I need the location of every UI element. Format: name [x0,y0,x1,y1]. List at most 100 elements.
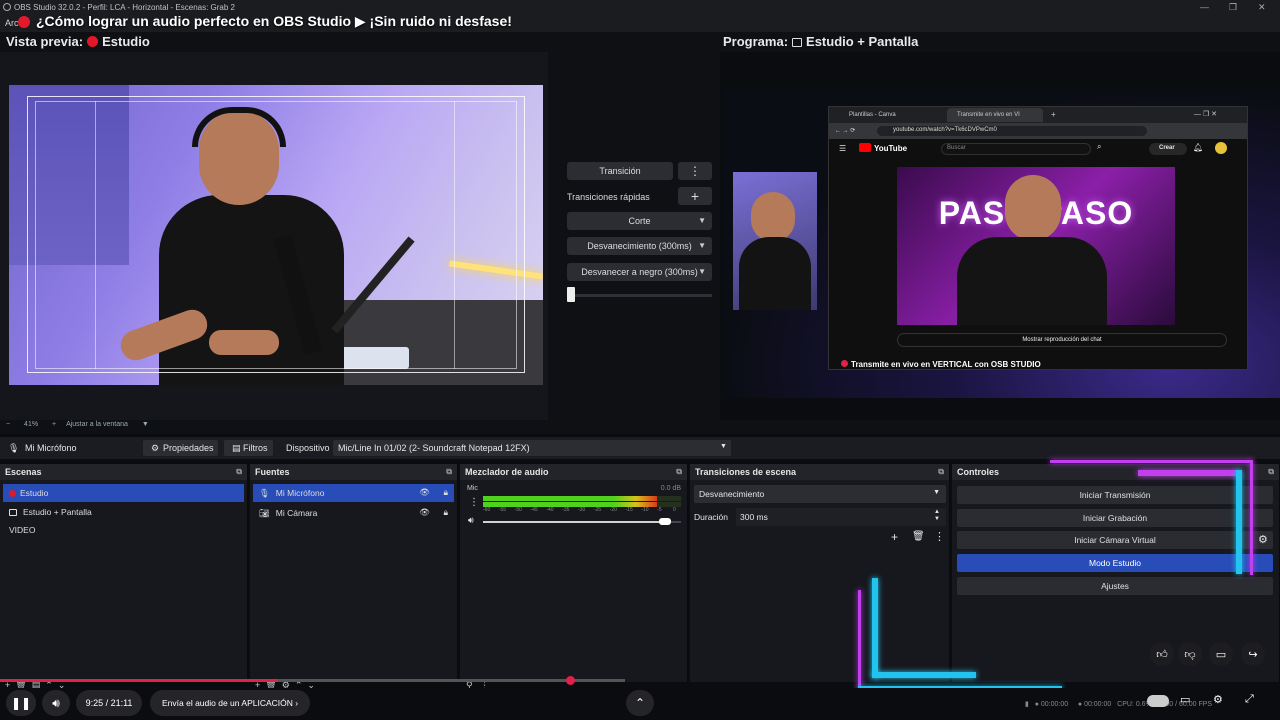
quick-transition-fade[interactable]: Desvanecimiento (300ms) ▼ [567,237,712,255]
window-title: OBS Studio 32.0.2 - Perfil: LCA - Horizo… [14,3,235,12]
tbar-handle[interactable] [567,287,575,302]
create-button-label: Crear [1159,145,1175,151]
chapter-button[interactable]: Envía el audio de un APLICACIÓN › [150,690,310,716]
meter-tick-label: -25 [593,507,602,513]
preview-label: Vista previa: Estudio [6,34,150,49]
close-icon[interactable]: ✕ [1258,2,1266,13]
chevron-down-icon: ▼ [698,216,706,225]
tbar-track [567,294,712,297]
transition-menu-icon[interactable]: ⋮ [678,162,712,180]
studio-mode-button[interactable]: Modo Estudio [957,554,1273,572]
settings-gear-icon[interactable]: ⚙ [1213,693,1223,706]
gear-icon: ⚙ [151,443,160,453]
undock-icon[interactable]: ⧉ [1268,467,1274,477]
video-scrubber[interactable] [565,676,575,685]
preview-scene-name: Estudio [102,34,150,49]
preview-camera-feed[interactable] [9,85,543,385]
meter-tick-label: -45 [530,507,538,513]
account-avatar [1215,142,1227,154]
rec-dot-icon: ● [1077,701,1083,708]
transition-menu-icon[interactable]: ⋮ [934,530,945,543]
audio-mixer-panel: Mezclador de audio ⧉ Mic 0.0 dB ⋮ -60 -55 -… [460,464,688,682]
pause-icon[interactable]: ❚❚ [6,690,36,716]
scene-item[interactable]: Estudio [3,484,244,502]
undock-icon[interactable]: ⧉ [446,467,452,477]
add-quick-transition-icon[interactable]: + [678,187,712,205]
subtitles-icon[interactable]: ▭ [1180,693,1190,706]
fullscreen-icon[interactable]: ⤢ [1245,693,1254,706]
zoom-in-icon[interactable]: + [52,421,56,428]
like-icon[interactable]: 👍︎ [1150,642,1174,666]
video-progress-fill [0,679,279,682]
video-progress-bar[interactable] [0,679,625,682]
properties-label: Propiedades [163,443,214,453]
channel-avatar[interactable] [18,15,30,28]
camera-icon: 📷︎ [259,507,270,518]
menu-archivo[interactable]: Arc [5,18,19,28]
neon-frame-top [1050,460,1252,463]
youtube-video-title-text: Transmite en vivo en VERTICAL con OSB ST… [851,360,1041,369]
start-recording-button[interactable]: Iniciar Grabación [957,509,1273,527]
autoplay-toggle[interactable] [1147,695,1169,707]
preview-zoom-bar: − 41% + Ajustar a la ventana ▼ [6,421,149,428]
zoom-out-icon[interactable]: − [6,421,10,428]
eye-icon[interactable]: 👁︎ [419,487,430,498]
scene-box-icon [792,38,803,47]
filter-icon: ▤ [232,443,241,453]
program-camera-pip [733,172,817,310]
browser-window-capture: Plantillas - Canva Transmite en vivo en … [828,106,1248,370]
menu-icon: ☰ [839,144,847,153]
scene-item[interactable]: VIDEO [3,521,244,539]
share-icon[interactable]: ↪ [1241,642,1265,666]
transition-type-select[interactable]: Desvanecimiento ▼ [694,485,946,503]
minimize-icon[interactable]: — [1200,2,1209,12]
browser-tab-youtube: Transmite en vivo en VI [957,112,1020,118]
spin-arrows-icon[interactable]: ▲ ▼ [934,509,940,523]
start-streaming-button[interactable]: Iniciar Transmisión [957,486,1273,504]
mixer-menu-icon[interactable]: ⋮ [469,497,479,508]
youtube-logo-icon [859,143,871,152]
meter-tick-label: -50 [514,507,522,513]
undock-icon[interactable]: ⧉ [676,467,682,477]
show-chat-replay-button: Mostrar reproducción del chat [897,333,1227,347]
undock-icon[interactable]: ⧉ [938,467,944,477]
meter-tick-label: -10 [641,507,649,513]
scene-item-label: VIDEO [9,525,36,535]
add-transition-icon[interactable]: + [891,530,898,544]
sources-panel: Fuentes ⧉ 🎙︎ Mi Micrófono 👁︎ 🔒︎ 📷︎ Mi Cámara 👁… [250,464,458,682]
volume-slider-handle[interactable] [659,518,672,525]
meter-tick-label: -15 [625,507,633,513]
undock-icon[interactable]: ⧉ [236,467,242,477]
volume-icon[interactable]: 🔊︎ [468,515,474,526]
quick-transition-fade-black[interactable]: Desvanecer a negro (300ms) ▼ [567,263,712,281]
youtube-search-placeholder: Buscar [947,145,966,151]
video-person-head [1005,175,1061,241]
dislike-icon[interactable]: 👎︎ [1178,642,1202,666]
trash-icon[interactable]: 🗑︎ [912,531,925,542]
maximize-icon[interactable]: ❐ [1229,2,1237,13]
eye-icon[interactable]: 👁︎ [419,507,430,518]
meter-tick-label: -60 [483,507,491,513]
volume-icon[interactable]: 🔊︎ [42,690,70,716]
transition-button[interactable]: Transición [567,162,673,180]
gear-icon[interactable]: ⚙ [1258,533,1268,546]
lock-icon[interactable]: 🔒︎ [443,487,448,498]
comment-icon[interactable]: ▭ [1209,642,1233,666]
network-icon: ▮ [1025,701,1029,708]
start-virtual-camera-button[interactable]: Iniciar Cámara Virtual [957,531,1273,549]
source-item[interactable]: 🎙︎ Mi Micrófono 👁︎ 🔒︎ [253,484,454,502]
quick-transition-label: Desvanecer a negro (300ms) [581,267,698,277]
chevron-up-icon[interactable]: ⌃ [626,690,654,716]
scene-item[interactable]: Estudio + Pantalla [3,503,244,521]
scene-live-dot-icon [9,489,16,497]
duration-input[interactable]: 300 ms ▲ ▼ [736,508,946,526]
settings-button[interactable]: Ajustes [957,577,1273,595]
source-item[interactable]: 📷︎ Mi Cámara 👁︎ 🔒︎ [253,504,454,522]
preview-label-text: Vista previa: [6,34,84,49]
mic-icon: 🎙︎ [8,443,20,453]
meter-tick-label: -5 [657,507,662,513]
lock-icon[interactable]: 🔒︎ [443,507,448,518]
chevron-down-icon[interactable]: ▼ [142,421,149,428]
quick-transition-corte[interactable]: Corte ▼ [567,212,712,230]
filters-label: Filtros [243,443,268,453]
